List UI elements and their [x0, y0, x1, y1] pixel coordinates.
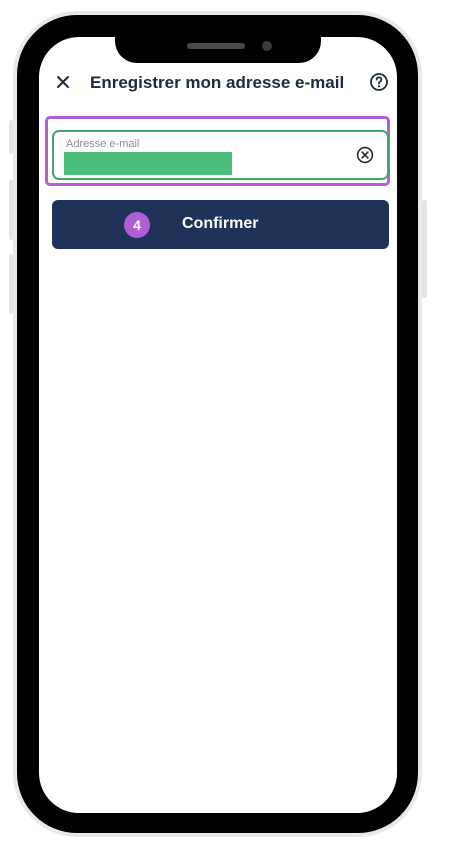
page-header: Enregistrer mon adresse e-mail — [39, 65, 397, 101]
close-icon[interactable] — [53, 72, 73, 92]
page-title: Enregistrer mon adresse e-mail — [90, 73, 345, 92]
confirm-button-label-wrap: Confirmer — [182, 215, 258, 233]
front-camera — [262, 41, 272, 51]
phone-side-button-right — [422, 200, 427, 298]
phone-screen: Enregistrer mon adresse e-mail Adresse e… — [39, 37, 397, 813]
speaker-grille — [187, 43, 245, 49]
confirm-button[interactable]: 4 Confirmer — [52, 200, 389, 249]
clear-circle-icon[interactable] — [356, 146, 374, 164]
confirm-button-label: Confirmer — [182, 215, 259, 232]
email-value-redaction — [64, 152, 232, 175]
email-field[interactable]: Adresse e-mail — [52, 130, 389, 180]
phone-notch — [115, 37, 321, 63]
help-circle-icon[interactable] — [369, 72, 389, 92]
step-number-badge: 4 — [124, 212, 150, 238]
email-field-label: Adresse e-mail — [66, 138, 140, 150]
